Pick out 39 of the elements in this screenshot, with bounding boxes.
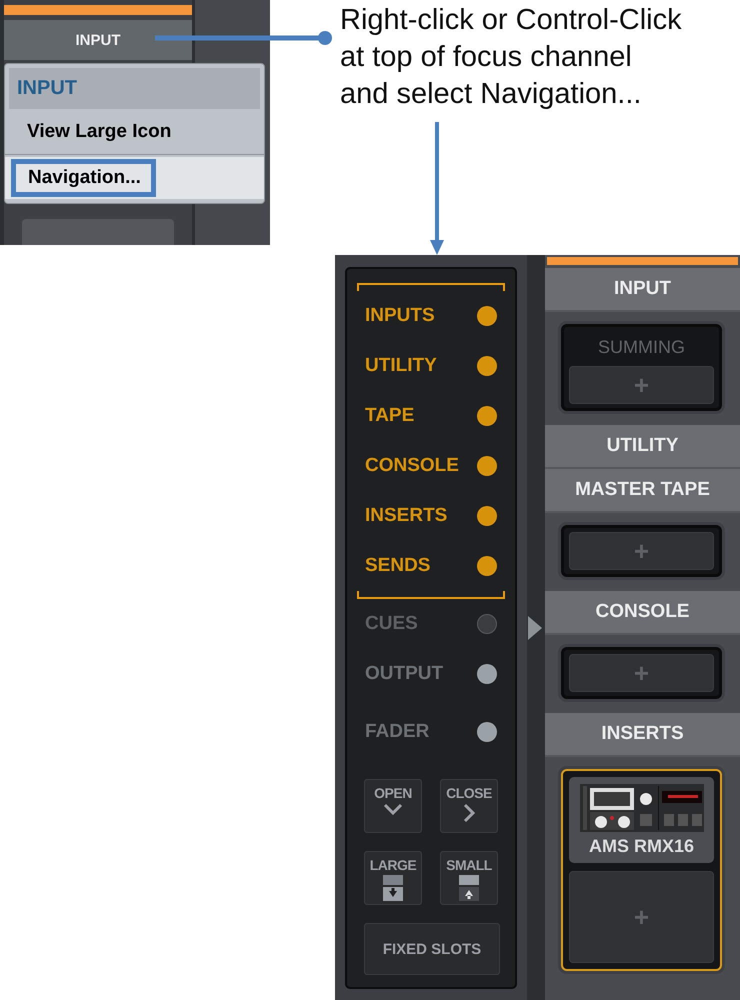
section-header[interactable]: INSERTS — [545, 713, 740, 757]
nav-item[interactable]: CONSOLE — [357, 441, 505, 491]
plugin-name: AMS RMX16 — [588, 836, 694, 857]
menu-item[interactable]: View Large Icon — [5, 109, 264, 155]
nav-button[interactable]: FIXED SLOTS — [364, 923, 500, 975]
chevron-down-icon — [383, 803, 403, 815]
expand-down-icon — [383, 875, 403, 901]
status-dot — [477, 556, 497, 576]
status-dot — [477, 614, 497, 634]
nav-button[interactable]: LARGE — [364, 851, 422, 905]
status-dot — [477, 722, 497, 742]
status-dot — [477, 306, 497, 326]
collapse-up-icon — [459, 875, 479, 901]
triangle-right-icon — [527, 614, 543, 640]
callout-text: Right-click or Control-Click at top of focus channel and select Navigation... — [340, 3, 682, 112]
slot-label: SUMMING — [597, 336, 686, 358]
nav-item[interactable]: TAPE — [357, 391, 505, 441]
nav-button[interactable]: SMALL — [440, 851, 498, 905]
nav-item[interactable]: UTILITY — [357, 341, 505, 391]
channel-header[interactable]: INPUT — [4, 20, 192, 60]
nav-item[interactable]: SENDS — [357, 541, 505, 591]
status-dot — [477, 356, 497, 376]
status-dot — [477, 506, 497, 526]
status-dot — [477, 456, 497, 476]
section-header[interactable]: CONSOLE — [545, 591, 740, 635]
plugin-card[interactable]: AMS RMX16 — [569, 777, 714, 863]
nav-item[interactable]: INPUTS — [357, 291, 505, 341]
menu-title: INPUT — [9, 68, 260, 109]
status-dot — [477, 406, 497, 426]
nav-button[interactable]: OPEN — [364, 779, 422, 833]
section-header[interactable]: MASTER TAPE — [545, 469, 740, 513]
nav-button[interactable]: CLOSE — [440, 779, 498, 833]
nav-item[interactable]: INSERTS — [357, 491, 505, 541]
section-header[interactable]: UTILITY — [545, 425, 740, 469]
status-dot — [477, 664, 497, 684]
menu-item[interactable]: Navigation... — [5, 157, 264, 199]
section-header[interactable]: INPUT — [545, 268, 740, 312]
slot-button[interactable] — [22, 219, 174, 245]
chevron-right-icon — [463, 803, 475, 823]
